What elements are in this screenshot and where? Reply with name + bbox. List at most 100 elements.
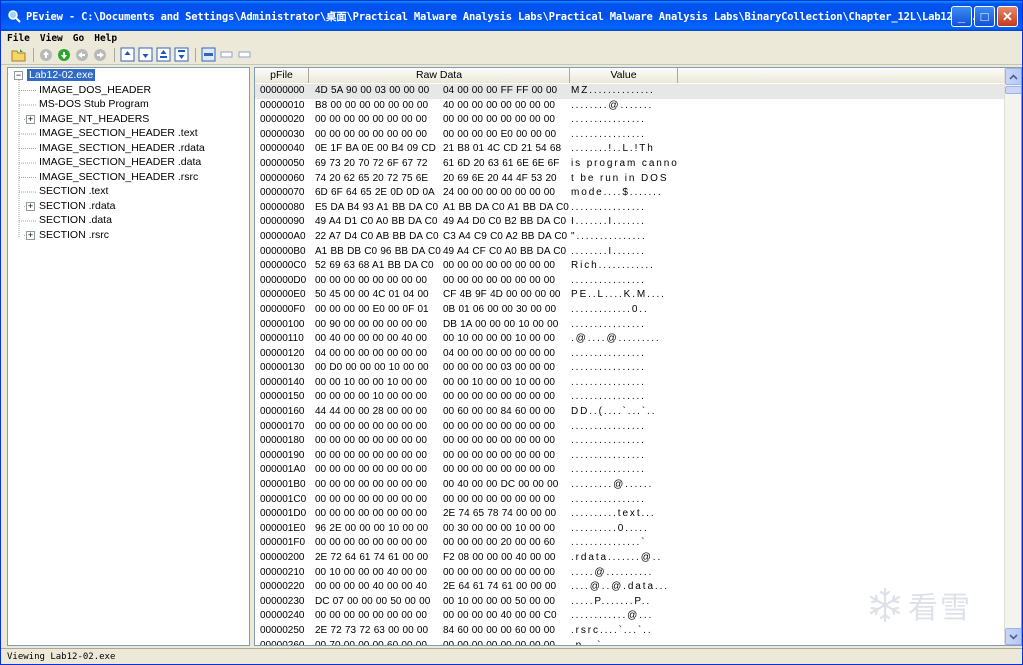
- view-word-button[interactable]: [218, 47, 234, 63]
- expand-toggle-icon[interactable]: +: [26, 230, 35, 240]
- go-down-button[interactable]: [56, 47, 72, 63]
- hex-row[interactable]: 00000180 00 00 00 00 00 00 00 00 00 00 00 …: [255, 434, 1005, 449]
- hex-row[interactable]: 000001F0 00 00 00 00 00 00 00 00 00 00 00 …: [255, 536, 1005, 551]
- hex-row[interactable]: 00000200 2E 72 64 61 74 61 00 00 F2 08 00 …: [255, 551, 1005, 566]
- view-dword-button[interactable]: [236, 47, 252, 63]
- go-forward-button[interactable]: [92, 47, 108, 63]
- hex-row[interactable]: 000000A0 22 A7 D4 C0 AB BB DA C0 C3 A4 C9 …: [255, 230, 1005, 245]
- hex-bytes-low: 04 00 00 00 00 00 00 00: [315, 347, 427, 359]
- scroll-down-button[interactable]: [1005, 628, 1021, 645]
- close-button[interactable]: ✕: [997, 6, 1018, 27]
- expand-toggle-icon[interactable]: +: [26, 201, 35, 211]
- tree-item-root[interactable]: − Lab12-02.exe: [8, 68, 249, 83]
- hex-row[interactable]: 00000150 00 00 00 00 10 00 00 00 00 00 00 …: [255, 390, 1005, 405]
- tree-item-section-header-rsrc[interactable]: IMAGE_SECTION_HEADER .rsrc: [8, 170, 249, 185]
- folder-open-icon: [11, 48, 26, 61]
- vertical-scrollbar[interactable]: [1004, 68, 1021, 645]
- collapse-toggle-icon[interactable]: −: [14, 71, 23, 80]
- hex-row[interactable]: 00000260 00 70 00 00 00 60 00 00 00 00 00 …: [255, 639, 1005, 645]
- tree-item-label: IMAGE_SECTION_HEADER .rdata: [39, 141, 205, 154]
- tree-item-section-header-text[interactable]: IMAGE_SECTION_HEADER .text: [8, 126, 249, 141]
- previous-item-button[interactable]: [119, 47, 135, 63]
- tree-item-section-header-rdata[interactable]: IMAGE_SECTION_HEADER .rdata: [8, 141, 249, 156]
- minimize-button[interactable]: _: [951, 6, 972, 27]
- menu-file[interactable]: File: [7, 33, 30, 44]
- hex-row[interactable]: 00000080 E5 DA B4 93 A1 BB DA C0 A1 BB DA …: [255, 201, 1005, 216]
- tree-item-dos-header[interactable]: IMAGE_DOS_HEADER: [8, 83, 249, 98]
- hex-offset: 00000220: [260, 581, 305, 593]
- column-header-value[interactable]: Value: [570, 68, 678, 83]
- structure-tree[interactable]: − Lab12-02.exe IMAGE_DOS_HEADER MS-DOS S…: [7, 67, 250, 646]
- go-back-button[interactable]: [74, 47, 90, 63]
- hex-row[interactable]: 000000E0 50 45 00 00 4C 01 04 00 CF 4B 9F …: [255, 288, 1005, 303]
- hex-view[interactable]: pFile Raw Data Value 00000000 4D 5A 90 00…: [254, 67, 1022, 646]
- hex-row[interactable]: 00000090 49 A4 D1 C0 A0 BB DA C0 49 A4 D0 …: [255, 215, 1005, 230]
- toolbar: [1, 45, 1022, 65]
- maximize-button[interactable]: □: [974, 6, 995, 27]
- down-arrow-circle-icon: [58, 48, 70, 61]
- hex-bytes-high: 00 00 00 00 E0 00 00 00: [443, 128, 557, 140]
- hex-ascii-value: I.......I.......: [571, 216, 646, 228]
- hex-bytes-high: 00 00 00 00 00 00 00 00: [443, 493, 555, 505]
- hex-ascii-value: ........I.......: [571, 245, 646, 257]
- hex-row[interactable]: 000000D0 00 00 00 00 00 00 00 00 00 00 00 …: [255, 274, 1005, 289]
- tree-item-section-rdata[interactable]: + SECTION .rdata: [8, 199, 249, 214]
- hex-row[interactable]: 000001A0 00 00 00 00 00 00 00 00 00 00 00 …: [255, 463, 1005, 478]
- tree-item-section-data[interactable]: SECTION .data: [8, 213, 249, 228]
- hex-row[interactable]: 00000120 04 00 00 00 00 00 00 00 04 00 00 …: [255, 347, 1005, 362]
- last-item-button[interactable]: [173, 47, 189, 63]
- hex-row[interactable]: 00000170 00 00 00 00 00 00 00 00 00 00 00 …: [255, 420, 1005, 435]
- scroll-up-button[interactable]: [1005, 68, 1021, 85]
- hex-row[interactable]: 00000050 69 73 20 70 72 6F 67 72 61 6D 20 …: [255, 157, 1005, 172]
- scroll-thumb[interactable]: [1005, 86, 1021, 94]
- first-item-button[interactable]: [155, 47, 171, 63]
- hex-bytes-high: 20 69 6E 20 44 4F 53 20: [443, 172, 557, 184]
- next-item-button[interactable]: [137, 47, 153, 63]
- menu-view[interactable]: View: [40, 33, 63, 44]
- tree-item-dos-stub[interactable]: MS-DOS Stub Program: [8, 97, 249, 112]
- go-up-button[interactable]: [38, 47, 54, 63]
- hex-offset: 00000160: [260, 406, 305, 418]
- hex-row[interactable]: 00000160 44 44 00 00 28 00 00 00 00 60 00 …: [255, 405, 1005, 420]
- hex-bytes-low: 00 00 00 00 00 00 00 00: [315, 508, 427, 520]
- hex-offset: 00000030: [260, 128, 305, 140]
- hex-row[interactable]: 00000040 0E 1F BA 0E 00 B4 09 CD 21 B8 01 …: [255, 142, 1005, 157]
- tree-item-section-rsrc[interactable]: + SECTION .rsrc: [8, 228, 249, 243]
- hex-row[interactable]: 00000190 00 00 00 00 00 00 00 00 00 00 00 …: [255, 449, 1005, 464]
- hex-row[interactable]: 00000140 00 00 10 00 00 10 00 00 00 00 10 …: [255, 376, 1005, 391]
- open-file-button[interactable]: [11, 47, 27, 63]
- hex-bytes-low: 00 00 00 00 E0 00 0F 01: [315, 303, 429, 315]
- hex-rows[interactable]: 00000000 4D 5A 90 00 03 00 00 00 04 00 00 …: [255, 84, 1005, 645]
- hex-bytes-high: 2E 64 61 74 61 00 00 00: [443, 581, 557, 593]
- view-byte-button[interactable]: [200, 47, 216, 63]
- hex-row[interactable]: 00000060 74 20 62 65 20 72 75 6E 20 69 6E …: [255, 172, 1005, 187]
- column-header-raw-data[interactable]: Raw Data: [309, 68, 570, 83]
- tree-item-section-header-data[interactable]: IMAGE_SECTION_HEADER .data: [8, 155, 249, 170]
- hex-row[interactable]: 00000000 4D 5A 90 00 03 00 00 00 04 00 00 …: [255, 84, 1005, 99]
- menu-go[interactable]: Go: [73, 33, 84, 44]
- hex-row[interactable]: 000000F0 00 00 00 00 E0 00 0F 01 0B 01 06 …: [255, 303, 1005, 318]
- hex-row[interactable]: 00000100 00 90 00 00 00 00 00 00 DB 1A 00 …: [255, 318, 1005, 333]
- hex-row[interactable]: 00000070 6D 6F 64 65 2E 0D 0D 0A 24 00 00 …: [255, 186, 1005, 201]
- hex-row[interactable]: 000001E0 96 2E 00 00 00 10 00 00 00 30 00 …: [255, 522, 1005, 537]
- hex-row[interactable]: 00000020 00 00 00 00 00 00 00 00 00 00 00 …: [255, 113, 1005, 128]
- hex-row[interactable]: 000001B0 00 00 00 00 00 00 00 00 00 40 00 …: [255, 478, 1005, 493]
- hex-bytes-low: B8 00 00 00 00 00 00 00: [315, 99, 429, 111]
- menu-help[interactable]: Help: [94, 33, 117, 44]
- hex-row[interactable]: 00000030 00 00 00 00 00 00 00 00 00 00 00 …: [255, 128, 1005, 143]
- column-header-pfile[interactable]: pFile: [255, 68, 309, 83]
- expand-toggle-icon[interactable]: +: [26, 114, 35, 124]
- title-bar[interactable]: PEview - C:\Documents and Settings\Admin…: [1, 1, 1022, 31]
- hex-row[interactable]: 00000130 00 D0 00 00 00 10 00 00 00 00 00 …: [255, 361, 1005, 376]
- hex-row[interactable]: 00000210 00 10 00 00 00 40 00 00 00 00 00 …: [255, 566, 1005, 581]
- hex-row[interactable]: 000001D0 00 00 00 00 00 00 00 00 2E 74 65 …: [255, 507, 1005, 522]
- tree-item-section-text[interactable]: SECTION .text: [8, 184, 249, 199]
- hex-offset: 00000060: [260, 172, 305, 184]
- tree-item-nt-headers[interactable]: + IMAGE_NT_HEADERS: [8, 112, 249, 127]
- up-arrow-circle-icon: [40, 48, 52, 61]
- hex-row[interactable]: 00000110 00 40 00 00 00 00 40 00 00 10 00 …: [255, 332, 1005, 347]
- hex-row[interactable]: 00000010 B8 00 00 00 00 00 00 00 40 00 00 …: [255, 99, 1005, 114]
- hex-row[interactable]: 000000B0 A1 BB DB C0 96 BB DA C0 49 A4 CF …: [255, 245, 1005, 260]
- hex-row[interactable]: 000001C0 00 00 00 00 00 00 00 00 00 00 00 …: [255, 493, 1005, 508]
- hex-row[interactable]: 000000C0 52 69 63 68 A1 BB DA C0 00 00 00 …: [255, 259, 1005, 274]
